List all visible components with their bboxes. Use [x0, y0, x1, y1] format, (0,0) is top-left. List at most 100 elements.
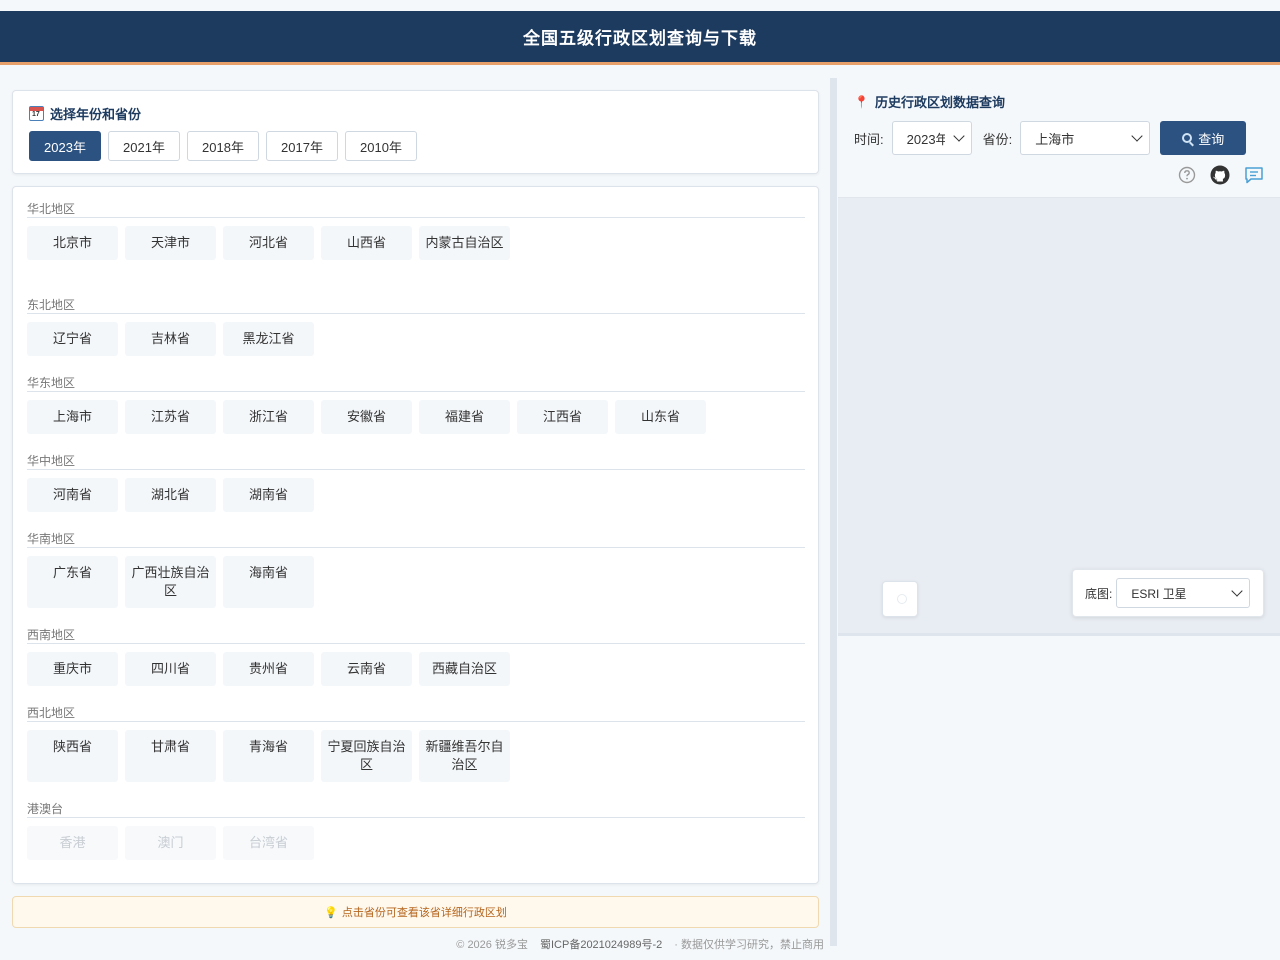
- history-query-form: 时间: 2023年 省份: 上海市 查询: [854, 121, 1247, 155]
- province-button: 台湾省: [223, 826, 314, 860]
- region-title: 西南地区: [27, 626, 805, 644]
- province-list: 上海市 江苏省 浙江省 安徽省 福建省 江西省 山东省: [27, 400, 805, 434]
- province-button[interactable]: 安徽省: [321, 400, 412, 434]
- province-button[interactable]: 山东省: [615, 400, 706, 434]
- province-button[interactable]: 北京市: [27, 226, 118, 260]
- history-query-heading: 📍 历史行政区划数据查询: [854, 92, 1005, 111]
- province-button[interactable]: 西藏自治区: [419, 652, 510, 686]
- panel-resize-handle[interactable]: [830, 78, 837, 946]
- region-group: 华中地区河南省 湖北省 湖南省: [27, 452, 805, 512]
- query-button[interactable]: 查询: [1160, 121, 1247, 155]
- province-button[interactable]: 云南省: [321, 652, 412, 686]
- province-button[interactable]: 江苏省: [125, 400, 216, 434]
- province-label: 省份:: [982, 131, 1013, 147]
- province-button[interactable]: 重庆市: [27, 652, 118, 686]
- province-card: 华北地区北京市 天津市 河北省 山西省 内蒙古自治区东北地区辽宁省 吉林省 黑龙江省华东地区…: [12, 186, 819, 884]
- year-selection-card: 选择年份和省份 2023年2021年2018年2017年2010年: [12, 90, 819, 174]
- chevron-down-icon: [1231, 585, 1244, 597]
- year-tab[interactable]: 2021年: [108, 131, 180, 161]
- region-title: 华北地区: [27, 200, 805, 218]
- year-section-title: 选择年份和省份: [50, 107, 142, 122]
- github-icon[interactable]: [1210, 165, 1230, 185]
- region-title: 华南地区: [27, 530, 805, 548]
- province-button[interactable]: 河南省: [27, 478, 118, 512]
- province-button[interactable]: 河北省: [223, 226, 314, 260]
- page-title: 全国五级行政区划查询与下载: [523, 29, 757, 48]
- time-select-value: 2023年: [906, 131, 945, 147]
- province-button[interactable]: 天津市: [125, 226, 216, 260]
- province-button[interactable]: 浙江省: [223, 400, 314, 434]
- year-tab[interactable]: 2010年: [345, 131, 417, 161]
- chevron-down-icon: [1131, 130, 1143, 142]
- province-button[interactable]: 辽宁省: [27, 322, 118, 356]
- tip-text: 点击省份可查看该省详细行政区划: [341, 907, 507, 919]
- province-list: 辽宁省 吉林省 黑龙江省: [27, 322, 805, 356]
- app-header: 全国五级行政区划查询与下载: [0, 11, 1280, 65]
- province-button[interactable]: 黑龙江省: [223, 322, 314, 356]
- compass-button[interactable]: [882, 581, 918, 617]
- region-title: 港澳台: [27, 800, 805, 818]
- province-list: 香港 澳门 台湾省: [27, 826, 805, 860]
- toolbar-icons: [1178, 165, 1264, 185]
- province-button: 澳门: [125, 826, 216, 860]
- basemap-select[interactable]: ESRI 卫星: [1116, 578, 1251, 608]
- region-group: 港澳台香港 澳门 台湾省: [27, 800, 805, 860]
- help-icon[interactable]: [1178, 166, 1196, 184]
- feedback-icon[interactable]: [1244, 166, 1264, 184]
- region-title: 西北地区: [27, 704, 805, 722]
- year-tab[interactable]: 2017年: [266, 131, 338, 161]
- province-button[interactable]: 福建省: [419, 400, 510, 434]
- basemap-switcher: 底图: ESRI 卫星: [1072, 569, 1264, 617]
- region-group: 华北地区北京市 天津市 河北省 山西省 内蒙古自治区: [27, 200, 805, 260]
- region-group: 西北地区陕西省 甘肃省 青海省 宁夏回族自治区 新疆维吾尔自治区: [27, 704, 805, 782]
- map-view[interactable]: 底图: ESRI 卫星: [838, 198, 1280, 636]
- province-button[interactable]: 海南省: [223, 556, 314, 608]
- search-icon: [1182, 133, 1193, 143]
- province-list: 重庆市 四川省 贵州省 云南省 西藏自治区: [27, 652, 805, 686]
- year-tabs: 2023年 2021年 2018年 2017年 2010年: [29, 131, 417, 161]
- query-button-label: 查询: [1198, 131, 1225, 147]
- province-list: 广东省 广西壮族自治区 海南省: [27, 556, 805, 608]
- province-button[interactable]: 青海省: [223, 730, 314, 782]
- province-button[interactable]: 山西省: [321, 226, 412, 260]
- province-button[interactable]: 贵州省: [223, 652, 314, 686]
- region-title: 华东地区: [27, 374, 805, 392]
- basemap-label: 底图:: [1085, 586, 1113, 601]
- province-button[interactable]: 广西壮族自治区: [125, 556, 216, 608]
- footer-icp-link[interactable]: 蜀ICP备2021024989号-2: [540, 936, 662, 952]
- province-list: 陕西省 甘肃省 青海省 宁夏回族自治区 新疆维吾尔自治区: [27, 730, 805, 782]
- province-button[interactable]: 内蒙古自治区: [419, 226, 510, 260]
- province-button[interactable]: 江西省: [517, 400, 608, 434]
- year-tab[interactable]: 2018年: [187, 131, 259, 161]
- year-tab[interactable]: 2023年: [29, 131, 101, 161]
- region-title: 华中地区: [27, 452, 805, 470]
- province-button[interactable]: 四川省: [125, 652, 216, 686]
- province-select[interactable]: 上海市: [1020, 121, 1151, 155]
- time-label: 时间:: [854, 131, 884, 147]
- pin-icon: 📍: [854, 94, 869, 109]
- history-query-panel: 📍 历史行政区划数据查询 时间: 2023年 省份: 上海市 查询: [838, 78, 1280, 198]
- province-button[interactable]: 新疆维吾尔自治区: [419, 730, 510, 782]
- province-button[interactable]: 陕西省: [27, 730, 118, 782]
- province-button[interactable]: 广东省: [27, 556, 118, 608]
- chevron-down-icon: [952, 130, 965, 142]
- province-select-value: 上海市: [1035, 131, 1075, 147]
- lightbulb-icon: 💡: [324, 906, 338, 919]
- region-group: 东北地区辽宁省 吉林省 黑龙江省: [27, 296, 805, 356]
- tip-bar: 💡 点击省份可查看该省详细行政区划: [12, 896, 819, 928]
- history-query-title: 历史行政区划数据查询: [874, 95, 1005, 110]
- calendar-icon: [29, 106, 44, 121]
- province-button: 香港: [27, 826, 118, 860]
- year-section-heading: 选择年份和省份: [29, 104, 141, 123]
- region-title: 东北地区: [27, 296, 805, 314]
- province-button[interactable]: 湖北省: [125, 478, 216, 512]
- province-button[interactable]: 宁夏回族自治区: [321, 730, 412, 782]
- province-button[interactable]: 湖南省: [223, 478, 314, 512]
- province-button[interactable]: 吉林省: [125, 322, 216, 356]
- province-button[interactable]: 甘肃省: [125, 730, 216, 782]
- time-select[interactable]: 2023年: [891, 121, 972, 155]
- province-button[interactable]: 上海市: [27, 400, 118, 434]
- footer: © 2026 锐多宝 蜀ICP备2021024989号-2 · 数据仅供学习研究…: [0, 928, 830, 960]
- province-list: 北京市 天津市 河北省 山西省 内蒙古自治区: [27, 226, 805, 260]
- region-group: 华南地区广东省 广西壮族自治区 海南省: [27, 530, 805, 608]
